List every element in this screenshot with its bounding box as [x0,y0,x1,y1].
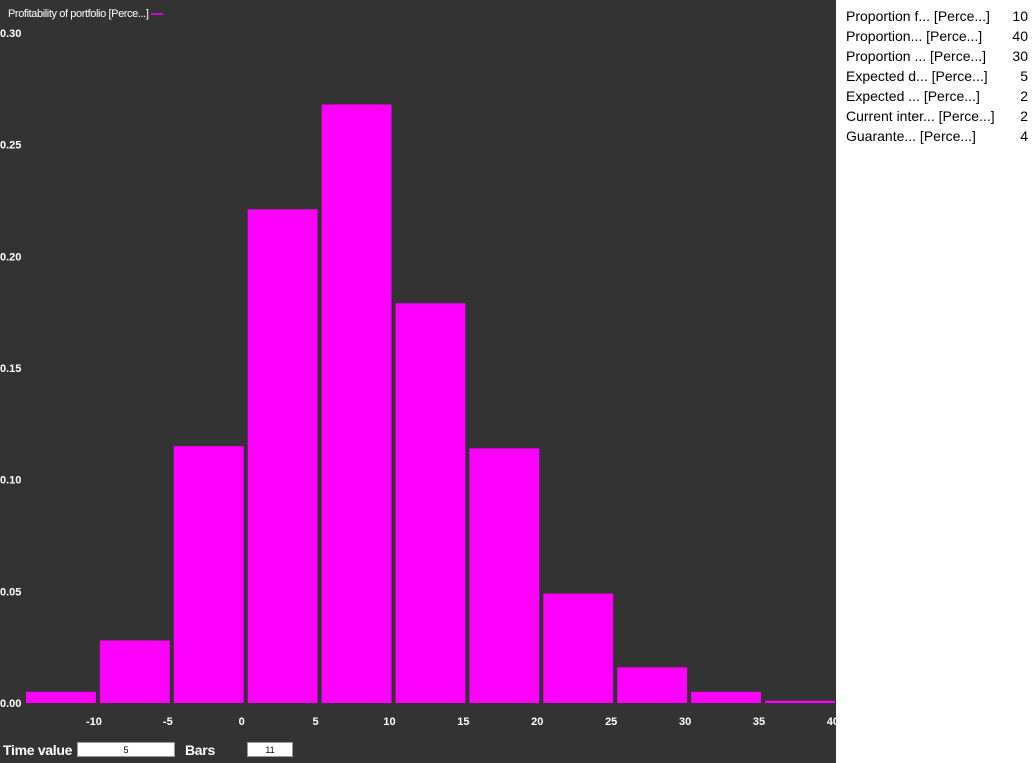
x-tick-label: 10 [383,716,395,728]
x-tick-label: 35 [753,716,765,728]
histogram-bar [691,691,761,703]
histogram-bar [617,667,688,703]
parameter-row[interactable]: Current inter... [Perce...] 2 [846,108,1028,128]
parameter-name: Guarante... [Perce...] [846,128,976,144]
parameter-value: 2 [1020,108,1028,124]
parameter-row[interactable]: Proportion... [Perce...] 40 [846,28,1028,48]
x-tick-label: 30 [679,716,691,728]
parameter-name: Proportion... [Perce...] [846,28,983,44]
parameter-value: 2 [1020,88,1028,104]
histogram-bar [99,640,170,703]
parameter-name: Proportion ... [Perce...] [846,48,987,64]
parameter-row[interactable]: Guarante... [Perce...] 4 [846,128,1028,148]
chart-panel: 0.00 0.05 0.10 0.15 0.20 0.25 0.30 -10 -5 0 5 10 15… [0,0,836,763]
histogram-bar [469,448,540,703]
y-tick-label: 0.00 [0,698,21,710]
bars-group [26,104,835,703]
x-tick-label: 5 [313,716,319,728]
x-tick-label: -10 [86,716,102,728]
y-tick-label: 0.10 [0,475,21,487]
parameter-row[interactable]: Expected d... [Perce...] 5 [846,68,1028,88]
y-tick-label: 0.30 [0,28,21,40]
histogram-bar [247,209,318,703]
y-tick-label: 0.20 [0,251,21,263]
x-axis-ticks: -10-5051015202530354045 [86,716,836,728]
bars-label: Bars [185,742,215,758]
parameter-row[interactable]: Proportion ... [Perce...] 30 [846,48,1028,68]
time-value-label: Time value [3,742,73,758]
y-tick-label: 0.05 [0,586,21,598]
histogram-bar [321,104,392,703]
parameter-value: 5 [1020,68,1028,84]
histogram-chart: 0.00 0.05 0.10 0.15 0.20 0.25 0.30 -10 -5 0 5 10 15… [0,8,836,728]
parameter-name: Expected ... [Perce...] [846,88,980,104]
controls-bar: Time value Bars [0,738,836,763]
histogram-bar [173,446,244,703]
y-axis-ticks: 0.00 0.05 0.10 0.15 0.20 0.25 0.30 [0,28,21,710]
y-tick-label: 0.25 [0,140,21,152]
x-tick-label: 15 [457,716,469,728]
parameter-value: 4 [1020,128,1028,144]
parameter-name: Expected d... [Perce...] [846,68,988,84]
parameter-name: Current inter... [Perce...] [846,108,995,124]
x-tick-label: 0 [239,716,245,728]
bars-input[interactable] [247,742,293,757]
parameter-value: 30 [1012,48,1028,64]
histogram-bar [395,303,466,703]
parameters-sidebar: Proportion f... [Perce...] 10 Proportion… [836,0,1036,763]
x-tick-label: 20 [531,716,543,728]
histogram-bar [543,593,614,703]
time-value-input[interactable] [77,742,175,757]
histogram-bar [765,700,835,703]
x-tick-label: 25 [605,716,617,728]
x-tick-label: 40 [827,716,836,728]
y-tick-label: 0.15 [0,363,21,375]
parameter-value: 10 [1012,8,1028,24]
parameter-row[interactable]: Expected ... [Perce...] 2 [846,88,1028,108]
histogram-bar [26,691,96,703]
parameter-name: Proportion f... [Perce...] [846,8,990,24]
parameter-row[interactable]: Proportion f... [Perce...] 10 [846,8,1028,28]
parameter-value: 40 [1012,28,1028,44]
legend-label: Profitability of portfolio [Perce...] [8,8,149,20]
x-tick-label: -5 [163,716,173,728]
